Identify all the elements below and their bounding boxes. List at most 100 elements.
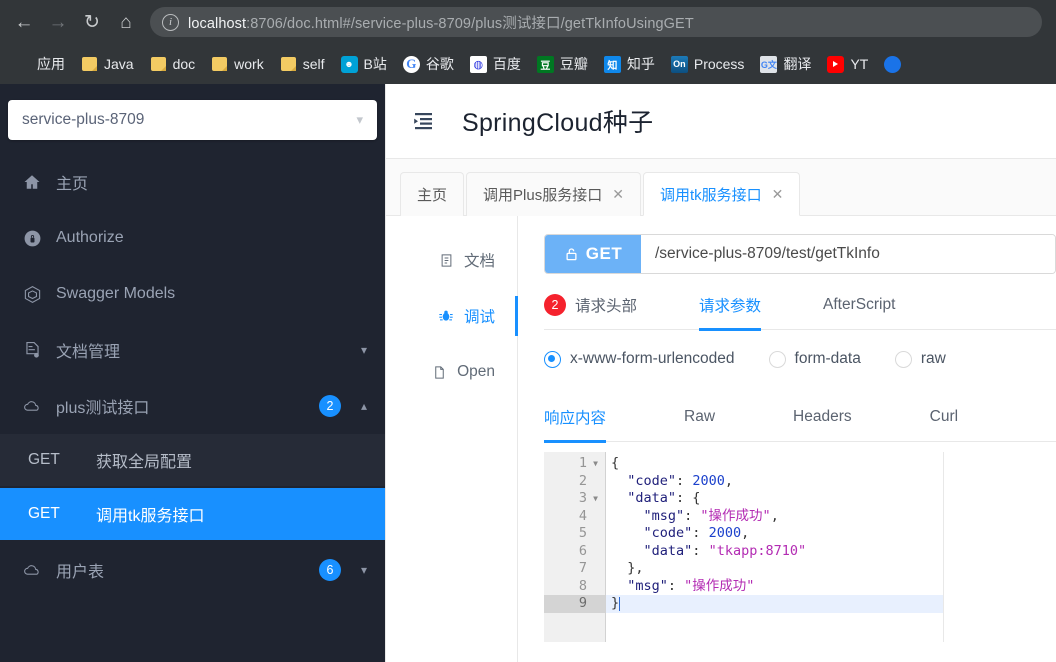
sidebar-item-plus-test-api[interactable]: plus测试接口 2 ▴ <box>0 378 385 434</box>
request-response-pane: GET /service-plus-8709/test/getTkInfo 2 … <box>518 216 1056 662</box>
cloud-icon <box>22 396 42 416</box>
code-token-str: "tkapp:8710" <box>708 542 807 559</box>
code-token-key: "msg" <box>643 507 685 524</box>
doc-tab-home[interactable]: 主页 <box>400 172 465 216</box>
side-tab-debug[interactable]: 调试 <box>386 288 518 344</box>
bookmark-translate[interactable]: G文 翻译 <box>752 50 819 78</box>
request-tab-afterscript[interactable]: AfterScript <box>823 280 895 330</box>
close-icon[interactable]: ✕ <box>612 186 624 203</box>
cube-icon <box>22 284 42 304</box>
bookmark-apps[interactable]: 应用 <box>6 50 73 78</box>
bookmarks-bar: 应用 Java doc work self ☻ B站 G 谷歌 ◍ 百度 豆 豆… <box>0 44 1056 84</box>
bookmark-bilibili[interactable]: ☻ B站 <box>333 50 395 78</box>
radio-raw[interactable]: raw <box>894 350 946 368</box>
reload-icon[interactable]: ↻ <box>76 6 108 38</box>
forward-arrow-icon[interactable]: → <box>42 6 74 38</box>
request-method-badge[interactable]: GET <box>545 235 641 273</box>
sidebar-item-label: 文档管理 <box>56 344 121 361</box>
radio-label: x-www-form-urlencoded <box>570 350 735 367</box>
sidebar-api-get-global-config[interactable]: GET 获取全局配置 <box>0 434 385 486</box>
code-token-pun: { <box>611 455 620 471</box>
sidebar-item-user-table[interactable]: 用户表 6 ▾ <box>0 542 385 598</box>
bookmark-label: 知乎 <box>626 56 655 72</box>
apps-grid-icon <box>14 56 31 73</box>
response-tab-label: Curl <box>929 407 959 425</box>
editor-line-number: 5 <box>578 525 587 541</box>
request-tab-headers[interactable]: 2 请求头部 <box>544 280 637 330</box>
bookmark-zhihu[interactable]: 知 知乎 <box>596 50 663 78</box>
back-arrow-icon[interactable]: ← <box>8 6 40 38</box>
code-token-pun: : <box>667 577 685 594</box>
doc-tab-call-plus-service[interactable]: 调用Plus服务接口 ✕ <box>466 172 641 216</box>
bookmark-douban[interactable]: 豆 豆瓣 <box>529 50 596 78</box>
editor-line-number: 3 ▼ <box>578 490 598 508</box>
response-tab-headers[interactable]: Headers <box>793 392 852 442</box>
request-url-text: /service-plus-8709/test/getTkInfo <box>655 245 880 262</box>
code-token-pun <box>611 578 627 596</box>
radio-dot-icon <box>894 350 912 368</box>
fold-toggle-icon[interactable]: ▼ <box>591 490 598 508</box>
response-tab-curl[interactable]: Curl <box>930 392 958 442</box>
home-icon[interactable]: ⌂ <box>110 6 142 38</box>
code-token-key: "data" <box>643 542 693 559</box>
response-tab-raw[interactable]: Raw <box>684 392 715 442</box>
response-tab-label: 响应内容 <box>544 409 607 427</box>
address-bar[interactable]: i localhost:8706/doc.html#/service-plus-… <box>150 7 1042 37</box>
doc-tab-label: 主页 <box>417 187 448 204</box>
fold-toggle-icon[interactable]: ▼ <box>591 455 598 473</box>
radio-label: raw <box>920 350 946 367</box>
sidebar-api-call-tk-service[interactable]: GET 调用tk服务接口 <box>0 488 385 540</box>
text-cursor <box>619 596 621 611</box>
code-token-pun <box>611 525 644 543</box>
bookmark-youtube[interactable]: YT <box>819 50 876 78</box>
editor-code-line: "code": 2000, <box>606 525 943 543</box>
sidebar-item-authorize[interactable]: Authorize <box>0 210 385 266</box>
bookmark-work[interactable]: work <box>203 50 272 78</box>
sidebar-item-label: Authorize <box>56 229 124 246</box>
request-url-input[interactable]: /service-plus-8709/test/getTkInfo <box>641 235 1055 273</box>
chevron-down-icon: ▾ <box>360 343 367 357</box>
doc-settings-icon <box>22 340 42 360</box>
bookmark-google[interactable]: G 谷歌 <box>395 50 462 78</box>
bookmark-self[interactable]: self <box>272 50 333 78</box>
request-tab-label: AfterScript <box>823 295 896 313</box>
request-headers-count-badge: 2 <box>544 293 566 316</box>
sidebar-item-swagger-models[interactable]: Swagger Models <box>0 266 385 322</box>
bookmark-overflow[interactable] <box>876 50 909 78</box>
response-tab-content[interactable]: 响应内容 <box>544 392 607 443</box>
browser-chrome: ← → ↻ ⌂ i localhost:8706/doc.html#/servi… <box>0 0 1056 84</box>
bookmark-label: 豆瓣 <box>559 56 588 72</box>
bookmark-process[interactable]: On Process <box>663 50 753 78</box>
request-tab-params[interactable]: 请求参数 <box>699 280 762 331</box>
bookmark-baidu[interactable]: ◍ 百度 <box>462 50 529 78</box>
request-tab-label: 请求参数 <box>699 297 762 315</box>
code-token-pun: : <box>692 525 709 541</box>
editor-code-area[interactable]: { "code": 2000, "data": { "msg": "操作成功",… <box>606 452 943 642</box>
sidebar-count-badge: 6 <box>318 559 341 581</box>
editor-line-number: 2 <box>578 472 587 489</box>
code-token-pun: : <box>676 472 693 489</box>
bookmark-doc[interactable]: doc <box>142 50 204 78</box>
service-select[interactable]: service-plus-8709 ▾ <box>8 100 377 140</box>
sidebar-item-home[interactable]: 主页 <box>0 154 385 210</box>
side-tab-document[interactable]: 文档 <box>386 232 517 288</box>
api-method-label: GET <box>28 505 60 522</box>
radio-x-www-form-urlencoded[interactable]: x-www-form-urlencoded <box>544 350 735 368</box>
bookmark-label: 谷歌 <box>425 56 454 72</box>
code-token-pun <box>611 490 627 508</box>
close-icon[interactable]: ✕ <box>772 186 784 203</box>
radio-form-data[interactable]: form-data <box>768 350 861 368</box>
bookmark-label: 翻译 <box>783 56 812 72</box>
info-circle-icon[interactable]: i <box>162 13 179 31</box>
sidebar-item-doc-management[interactable]: 文档管理 ▾ <box>0 322 385 378</box>
menu-fold-icon[interactable] <box>410 108 436 134</box>
response-tab-label: Raw <box>684 407 716 425</box>
doc-tab-call-tk-service[interactable]: 调用tk服务接口 ✕ <box>642 172 801 216</box>
bookmark-java[interactable]: Java <box>73 50 142 78</box>
side-tab-open[interactable]: Open <box>386 344 517 400</box>
main-header: SpringCloud种子 <box>386 84 1056 158</box>
editor-line-number: 4 <box>578 507 587 524</box>
code-token-pun <box>611 543 644 561</box>
response-code-editor[interactable]: 1 ▼ 2 3 ▼ 4 5 6 7 8 9 { "code": 2000, "data": { "m… <box>544 452 944 642</box>
zhihu-icon: 知 <box>603 55 621 73</box>
